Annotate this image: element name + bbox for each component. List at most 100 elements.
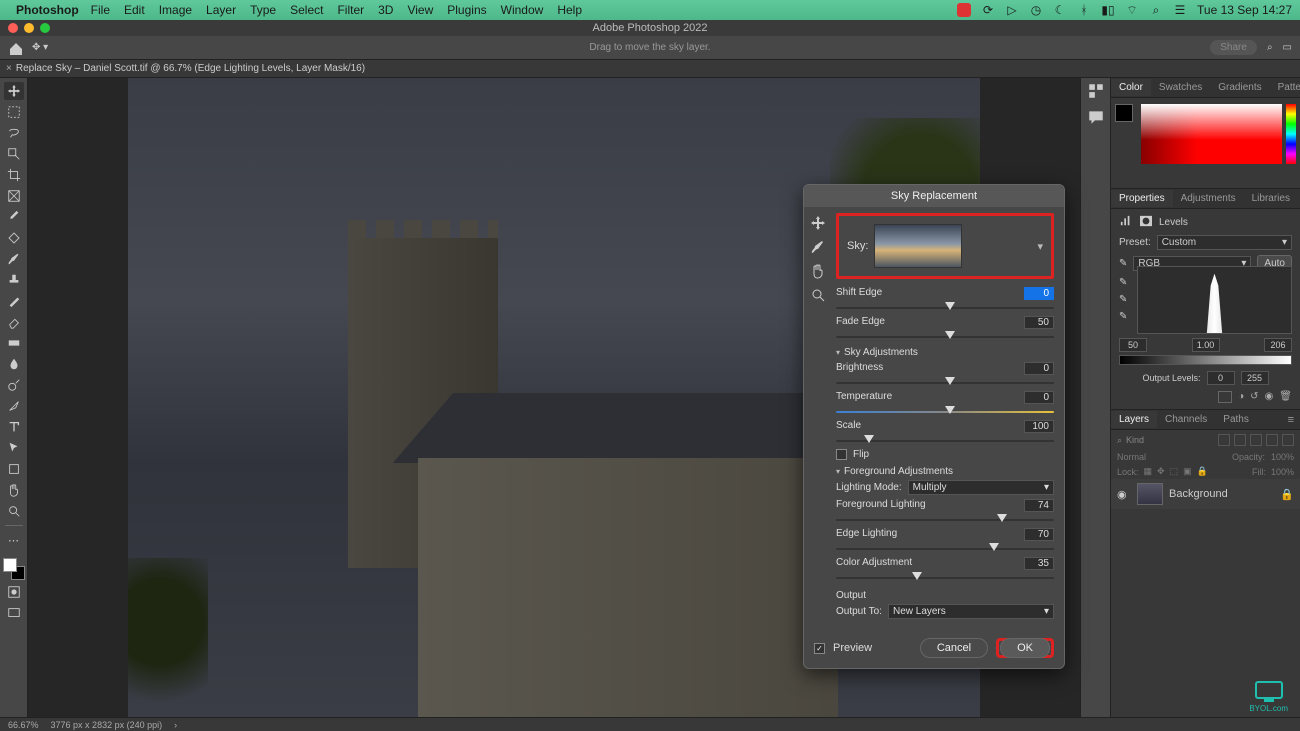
color-swatch[interactable] [1115,104,1133,122]
cancel-button[interactable]: Cancel [920,638,988,658]
clock-icon[interactable]: ◷ [1029,3,1043,17]
tab-layers[interactable]: Layers [1111,411,1157,428]
filter-search-icon[interactable]: ⌕ [1117,435,1122,446]
status-chevron-icon[interactable]: › [174,720,177,730]
filter-adjust-icon[interactable] [1234,434,1246,446]
ok-button[interactable]: OK [1000,638,1050,658]
blur-tool[interactable] [4,355,24,373]
delete-adjustment-icon[interactable]: 🗑 [1279,391,1292,403]
hue-slider[interactable] [1286,104,1296,164]
bluetooth-icon[interactable]: ᚼ [1077,3,1091,17]
pen-tool[interactable] [4,397,24,415]
menu-window[interactable]: Window [501,3,544,17]
history-brush-tool[interactable] [4,292,24,310]
filter-type-icon[interactable] [1250,434,1262,446]
eraser-tool[interactable] [4,313,24,331]
tab-gradients[interactable]: Gradients [1210,79,1269,96]
menu-plugins[interactable]: Plugins [447,3,486,17]
color-adjustment-value[interactable]: 35 [1024,557,1054,570]
menu-3d[interactable]: 3D [378,3,393,17]
tab-swatches[interactable]: Swatches [1151,79,1210,96]
menubar-clock[interactable]: Tue 13 Sep 14:27 [1197,3,1292,17]
eyedropper-tool[interactable] [4,208,24,226]
input-highlight-level[interactable]: 206 [1264,338,1292,352]
view-previous-icon[interactable]: ◑ [1238,391,1244,403]
lock-all-icon[interactable]: ▦ [1144,466,1153,477]
tab-libraries[interactable]: Libraries [1244,190,1298,207]
filter-smart-icon[interactable] [1282,434,1294,446]
battery-icon[interactable]: ▮▯ [1101,3,1115,17]
move-tool[interactable] [4,82,24,100]
blend-mode-select[interactable]: Normal [1117,452,1146,462]
eyedropper-sample-icon[interactable]: ✎ [1119,258,1127,269]
output-shadow-level[interactable]: 0 [1207,371,1235,385]
color-spectrum[interactable] [1141,104,1282,164]
search-icon[interactable]: ⌕ [1267,42,1273,53]
workspace-icon[interactable]: ▭ [1283,42,1292,53]
quick-mask-icon[interactable] [4,583,24,601]
preset-select[interactable]: Custom▾ [1157,235,1292,250]
layer-lock-icon[interactable]: 🔒 [1280,488,1294,501]
panel-menu-icon[interactable]: ≡ [1282,414,1300,426]
document-tab[interactable]: Replace Sky – Daniel Scott.tif @ 66.7% (… [16,63,365,74]
edge-lighting-slider[interactable] [836,543,1054,553]
moon-icon[interactable]: ☾ [1053,3,1067,17]
crop-tool[interactable] [4,166,24,184]
control-center-icon[interactable]: ☰ [1173,3,1187,17]
home-icon[interactable] [8,41,24,55]
lock-artboard-icon[interactable]: ▣ [1183,466,1192,477]
fg-lighting-slider[interactable] [836,514,1054,524]
brightness-value[interactable]: 0 [1024,362,1054,375]
scale-slider[interactable] [836,435,1054,445]
edit-toolbar-icon[interactable]: ⋯ [4,531,24,549]
dialog-move-tool[interactable] [810,215,826,231]
menu-edit[interactable]: Edit [124,3,145,17]
toggle-visibility-icon[interactable]: ◉ [1265,391,1274,403]
zoom-tool[interactable] [4,502,24,520]
comments-panel-icon[interactable] [1087,108,1105,126]
app-menu[interactable]: Photoshop [16,3,79,17]
brightness-slider[interactable] [836,377,1054,387]
zoom-level[interactable]: 66.67% [8,720,39,730]
sky-adjustments-header[interactable]: Sky Adjustments [836,347,1054,358]
fade-edge-slider[interactable] [836,331,1054,341]
layer-row-background[interactable]: ◉ Background 🔒 [1111,479,1300,509]
screen-mode-icon[interactable] [4,604,24,622]
shift-edge-value[interactable]: 0 [1024,287,1054,300]
window-zoom-icon[interactable] [40,23,50,33]
menu-type[interactable]: Type [250,3,276,17]
color-adjustment-slider[interactable] [836,572,1054,582]
layer-name[interactable]: Background [1169,488,1228,500]
scale-value[interactable]: 100 [1024,420,1054,433]
stamp-tool[interactable] [4,271,24,289]
edge-lighting-value[interactable]: 70 [1024,528,1054,541]
healing-tool[interactable] [4,229,24,247]
foreground-background-swatch[interactable] [3,558,25,580]
input-shadow-level[interactable]: 50 [1119,338,1147,352]
menu-filter[interactable]: Filter [337,3,364,17]
levels-histogram[interactable] [1137,266,1292,334]
play-icon[interactable]: ▷ [1005,3,1019,17]
foreground-adjustments-header[interactable]: Foreground Adjustments [836,466,1054,477]
filter-shape-icon[interactable] [1266,434,1278,446]
frame-tool[interactable] [4,187,24,205]
brush-tool[interactable] [4,250,24,268]
tab-adjustments[interactable]: Adjustments [1173,190,1244,207]
menu-image[interactable]: Image [159,3,192,17]
history-panel-icon[interactable] [1087,82,1105,100]
tab-patterns[interactable]: Patterns [1270,79,1300,96]
preview-checkbox[interactable] [814,643,825,654]
layer-visibility-icon[interactable]: ◉ [1117,488,1131,501]
lighting-mode-select[interactable]: Multiply▾ [908,480,1054,495]
fg-lighting-value[interactable]: 74 [1024,499,1054,512]
close-tab-icon[interactable]: × [6,63,12,74]
tab-paths[interactable]: Paths [1215,411,1257,428]
dialog-zoom-tool[interactable] [810,287,826,303]
menu-view[interactable]: View [407,3,433,17]
filter-pixel-icon[interactable] [1218,434,1230,446]
window-close-icon[interactable] [8,23,18,33]
layer-thumbnail[interactable] [1137,483,1163,505]
menu-layer[interactable]: Layer [206,3,236,17]
sky-preset-picker[interactable]: Sky: ▾ [836,213,1054,279]
menu-file[interactable]: File [91,3,110,17]
